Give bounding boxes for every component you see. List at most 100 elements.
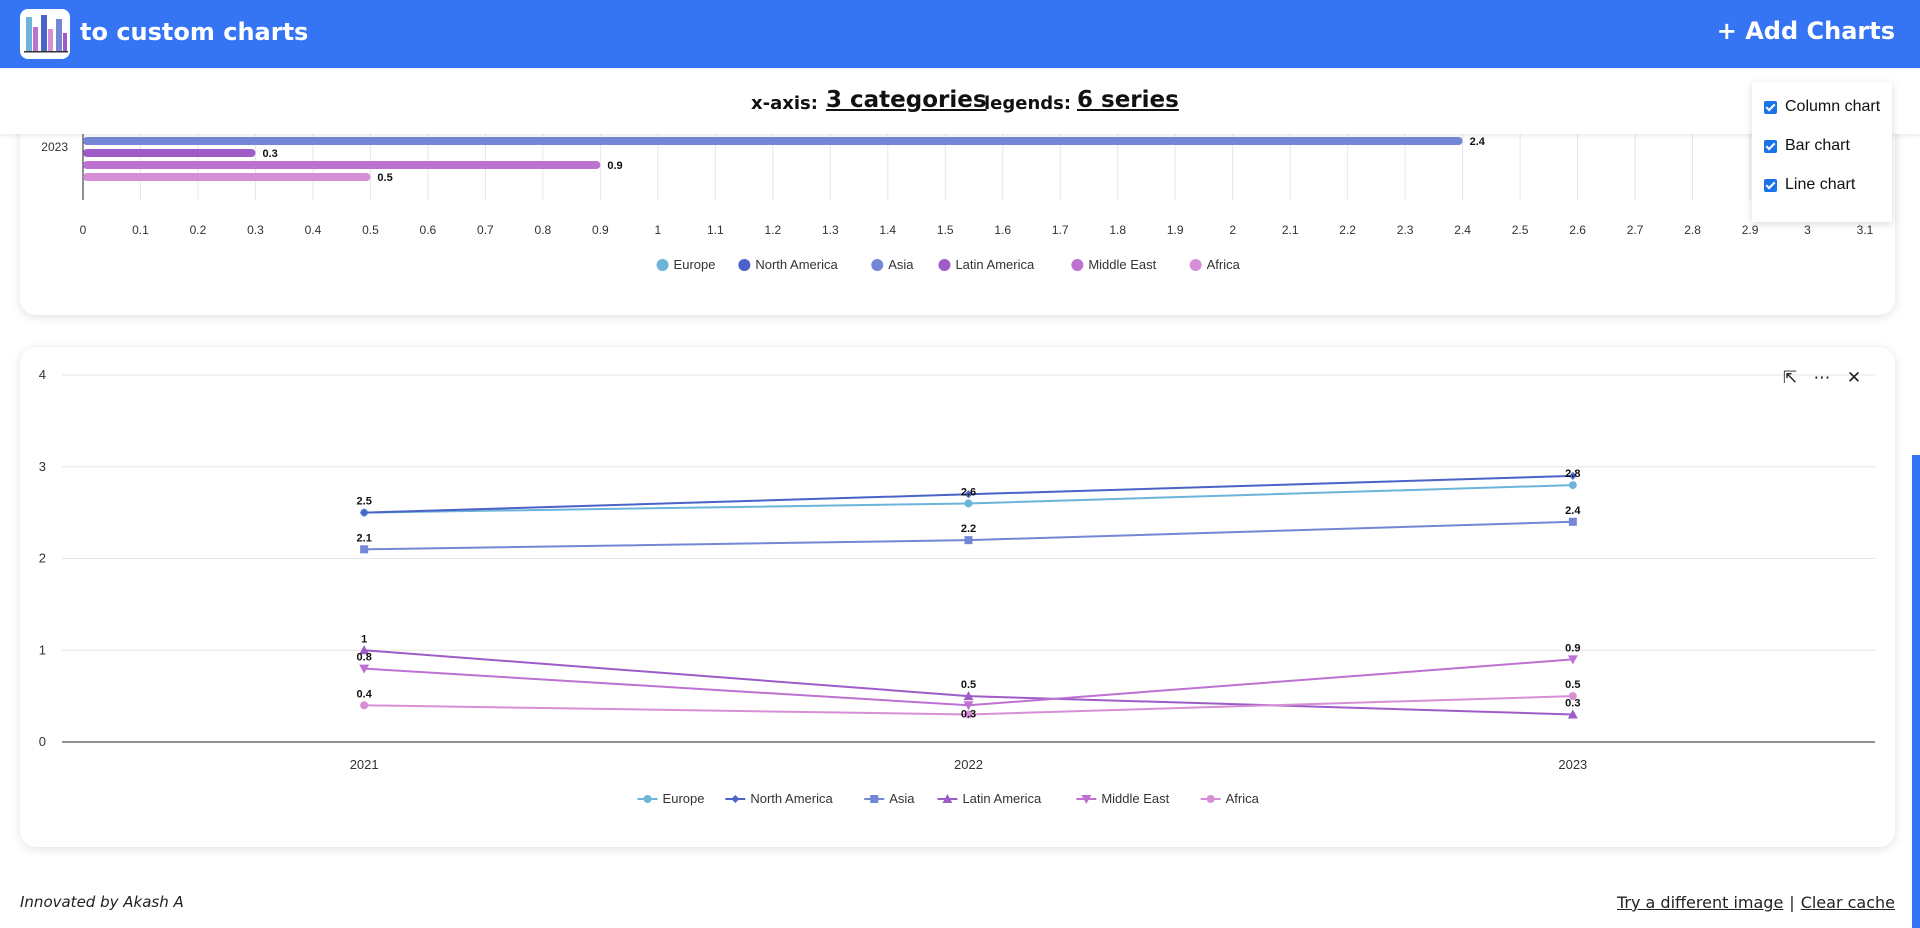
legend-marker — [871, 259, 884, 271]
line-data-label: 2.1 — [357, 532, 372, 544]
try-different-image-link[interactable]: Try a different image — [1617, 893, 1783, 912]
data-point — [1568, 481, 1577, 490]
bar-data-label: 0.5 — [377, 172, 392, 184]
x-tick-label: 2.1 — [1282, 223, 1299, 237]
legend-item: Middle East — [1101, 791, 1169, 806]
checkbox-checked-icon[interactable] — [1764, 100, 1777, 114]
legend-item: Africa — [1207, 257, 1241, 272]
x-tick-label: 1.7 — [1052, 223, 1069, 237]
x-tick-label: 2.2 — [1339, 223, 1356, 237]
toggle-bar-chart[interactable]: Bar chart — [1764, 137, 1850, 155]
legend-marker — [656, 259, 669, 271]
bar-chart-logo-icon — [20, 9, 70, 59]
more-icon[interactable]: ⋯ — [1813, 369, 1831, 387]
line-data-label: 0.5 — [1565, 679, 1580, 691]
x-tick-label: 2.9 — [1742, 223, 1759, 237]
y-tick-label: 3 — [39, 459, 46, 474]
bar — [83, 149, 256, 157]
toggle-label: Bar chart — [1785, 137, 1850, 154]
expand-icon[interactable]: ⇱ — [1781, 369, 1799, 387]
data-point — [1568, 517, 1577, 526]
x-tick-label: 2021 — [350, 757, 379, 772]
toggle-label: Line chart — [1785, 176, 1856, 193]
chart-type-panel: Column chart Bar chart Line chart — [1752, 82, 1892, 222]
legend-marker — [938, 259, 951, 271]
x-tick-label: 1.9 — [1167, 223, 1184, 237]
legend-item: Latin America — [962, 791, 1042, 806]
x-tick-label: 3 — [1804, 223, 1811, 237]
legend-marker — [1189, 259, 1202, 271]
x-tick-label: 0.7 — [477, 223, 494, 237]
bar-data-label: 2.4 — [1470, 136, 1486, 148]
line-chart-card: ⇱ ⋯ ✕ 0 1 2 3 4 2021 2022 2023 2.5 2.6 2.8 2.1 2.2 2.… — [20, 347, 1895, 847]
line-chart: 0 1 2 3 4 2021 2022 2023 2.5 2.6 2.8 2.1 2.2 2.4 1 0.8 0… — [39, 367, 1875, 806]
x-tick-label: 0.8 — [535, 223, 552, 237]
x-tick-label: 1.5 — [937, 223, 954, 237]
x-tick-label: 2.3 — [1397, 223, 1414, 237]
x-tick-label: 2.4 — [1454, 223, 1471, 237]
y-tick-label: 4 — [39, 367, 46, 382]
legend-item: Asia — [888, 257, 914, 272]
legend-item: Europe — [674, 257, 716, 272]
data-point — [964, 536, 973, 545]
toggle-column-chart[interactable]: Column chart — [1764, 98, 1880, 116]
x-tick-label: 1.1 — [707, 223, 724, 237]
x-axis-categories-link[interactable]: 3 categories — [826, 87, 987, 113]
x-tick-label: 2022 — [954, 757, 983, 772]
x-tick-label: 1.2 — [764, 223, 781, 237]
legend-marker — [870, 795, 879, 803]
line-data-label: 0.5 — [961, 679, 976, 691]
bar — [83, 137, 1463, 145]
legend-marker — [731, 795, 740, 803]
x-tick-label: 1.4 — [879, 223, 896, 237]
toggle-label: Column chart — [1785, 98, 1881, 115]
line-data-label: 1 — [361, 633, 367, 645]
y-tick-label: 1 — [39, 642, 46, 657]
line-data-label: 2.5 — [357, 496, 372, 508]
y-tick-label: 2 — [39, 551, 46, 566]
legend-item: Latin America — [955, 257, 1035, 272]
legend-item: Middle East — [1088, 257, 1156, 272]
clear-cache-link[interactable]: Clear cache — [1801, 893, 1895, 912]
x-axis-label: x-axis: — [751, 93, 818, 114]
line-data-label: 0.9 — [1565, 642, 1580, 654]
legend-item: North America — [755, 257, 838, 272]
x-tick-label: 1.3 — [822, 223, 839, 237]
y-tick-label: 2023 — [41, 140, 68, 154]
checkbox-checked-icon[interactable] — [1764, 178, 1777, 192]
bar — [83, 173, 371, 181]
x-tick-label: 2.8 — [1684, 223, 1701, 237]
y-tick-label: 0 — [39, 734, 46, 749]
legend-item: Europe — [663, 791, 705, 806]
x-tick-label: 1.8 — [1109, 223, 1126, 237]
data-point — [360, 701, 369, 710]
add-charts-button[interactable]: + Add Charts — [1717, 17, 1895, 45]
axis-summary-bar: x-axis: 3 categories legends: 6 series — [0, 68, 1920, 134]
footer-links: Try a different image | Clear cache — [1617, 893, 1895, 912]
bar-data-label: 0.3 — [262, 148, 277, 160]
line-data-label: 0.4 — [357, 688, 373, 700]
line-data-label: 2.8 — [1565, 468, 1580, 480]
legends-series-link[interactable]: 6 series — [1077, 87, 1179, 113]
line-data-label: 0.3 — [961, 708, 976, 720]
top-bar: to custom charts + Add Charts — [0, 0, 1920, 68]
scroll-indicator[interactable] — [1912, 455, 1920, 928]
legends-label: legends: — [984, 93, 1072, 114]
x-tick-label: 2023 — [1558, 757, 1587, 772]
chart-toolbar: ⇱ ⋯ ✕ — [1781, 369, 1863, 387]
toggle-line-chart[interactable]: Line chart — [1764, 176, 1855, 194]
checkbox-checked-icon[interactable] — [1764, 139, 1777, 153]
line-data-label: 2.2 — [961, 523, 976, 535]
x-tick-label: 0.2 — [190, 223, 207, 237]
data-point — [964, 499, 973, 508]
x-tick-label: 2.7 — [1627, 223, 1644, 237]
legend-item: North America — [750, 791, 833, 806]
data-point — [360, 545, 369, 554]
x-tick-label: 2.6 — [1569, 223, 1586, 237]
close-icon[interactable]: ✕ — [1845, 369, 1863, 387]
legend-item: Africa — [1226, 791, 1260, 806]
x-tick-label: 0.4 — [305, 223, 322, 237]
x-tick-label: 0 — [80, 223, 87, 237]
legend-marker — [643, 795, 652, 803]
x-tick-label: 2 — [1229, 223, 1236, 237]
